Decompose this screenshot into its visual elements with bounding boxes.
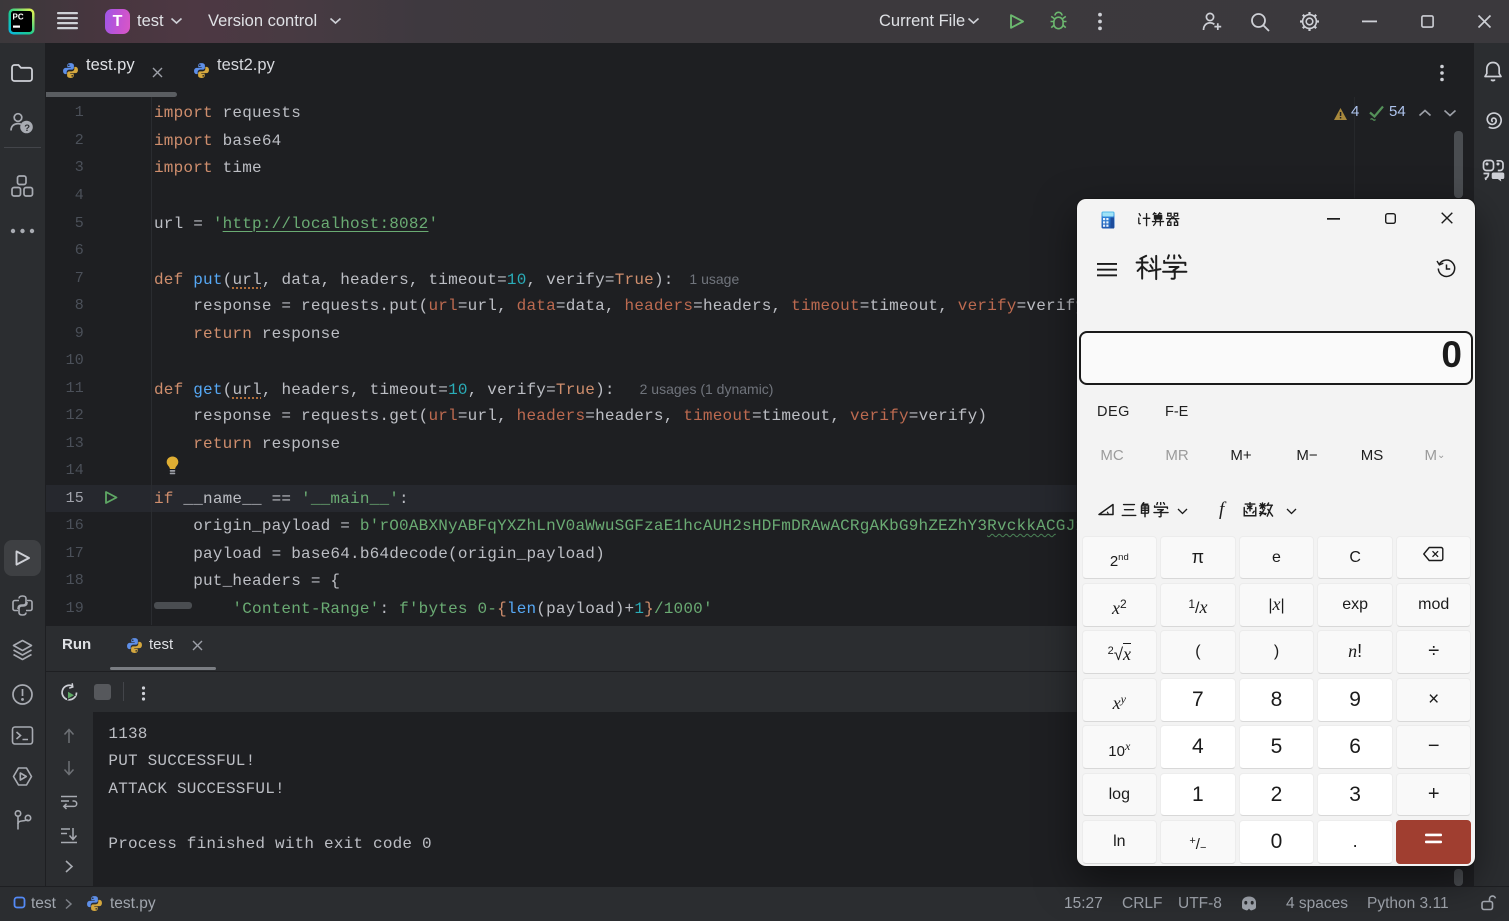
svg-text:?: ?: [24, 123, 30, 134]
svg-text:PC: PC: [13, 13, 24, 22]
